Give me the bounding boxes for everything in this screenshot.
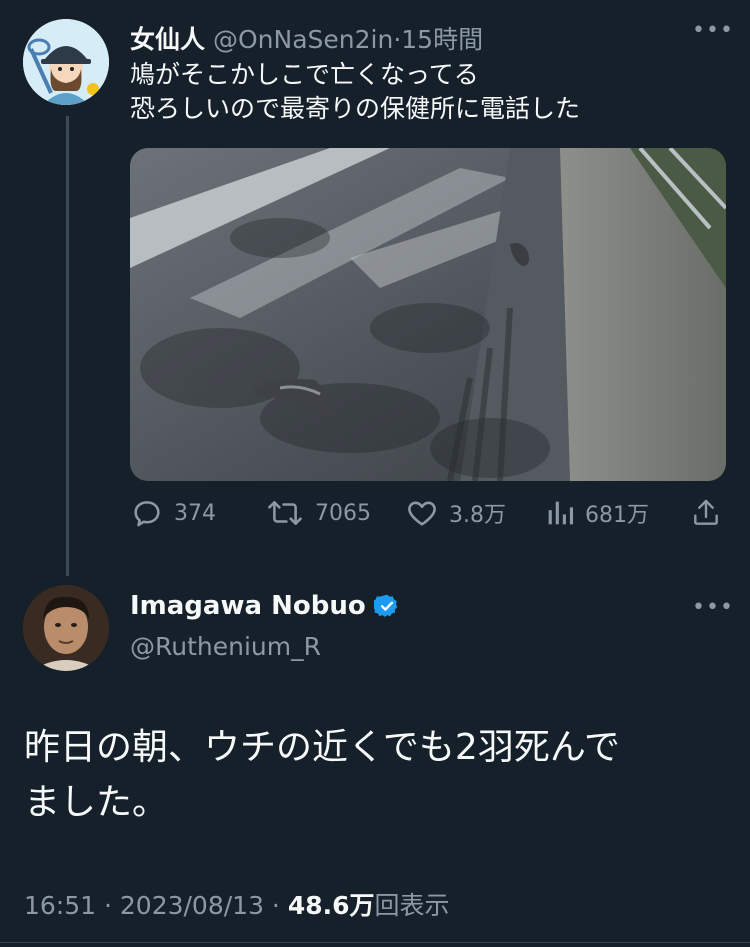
reply-button[interactable]: 374 — [130, 496, 216, 530]
more-options-button[interactable]: ••• — [692, 18, 734, 43]
view-count-label: 回表示 — [374, 891, 450, 920]
verified-badge-icon — [373, 594, 397, 617]
author-name[interactable]: Imagawa Nobuo — [130, 591, 366, 621]
share-button[interactable] — [690, 496, 722, 530]
avatar[interactable] — [23, 585, 109, 671]
share-icon — [694, 499, 718, 525]
tweet-meta-footer: 16:51 · 2023/08/13 · 48.6万回表示 — [24, 886, 450, 922]
views-count: 681万 — [585, 503, 649, 528]
retweet-icon — [268, 501, 302, 525]
like-button[interactable]: 3.8万 — [405, 496, 506, 530]
retweet-count: 7065 — [315, 500, 371, 526]
reply-count: 374 — [174, 500, 216, 526]
retweet-button[interactable]: 7065 — [265, 496, 371, 530]
tweet-timestamp[interactable]: 16:51 · 2023/08/13 · — [24, 891, 288, 920]
reply-icon — [134, 501, 160, 527]
avatar[interactable] — [23, 19, 109, 105]
view-count: 48.6万 — [287, 891, 375, 920]
views-button[interactable]: 681万 — [545, 496, 649, 530]
thread-connector-line — [66, 116, 69, 576]
tweet-text-line: 鳩がそこかしこで亡くなってる — [130, 60, 479, 89]
tweet-text: 鳩がそこかしこで亡くなってる 恐ろしいので最寄りの保健所に電話した — [130, 58, 580, 126]
author-name[interactable]: 女仙人 — [130, 25, 205, 54]
tweet-text-line: 昨日の朝、ウチの近くでも2羽死んで — [24, 727, 621, 768]
tweet-text-line: 恐ろしいので最寄りの保健所に電話した — [130, 94, 581, 123]
author-handle[interactable]: @Ruthenium_R — [130, 632, 321, 661]
tweet-text: 昨日の朝、ウチの近くでも2羽死んで ました。 — [24, 720, 724, 830]
author-handle[interactable]: @OnNaSen2in — [213, 25, 393, 54]
tweet-header: 女仙人 @OnNaSen2in·15時間 — [130, 20, 483, 56]
divider — [0, 942, 750, 943]
tweet-photo[interactable] — [130, 148, 726, 481]
tweet-action-bar: 374 7065 3.8万 681万 — [130, 496, 726, 536]
more-options-button[interactable]: ••• — [692, 595, 734, 620]
tweet-time[interactable]: 15時間 — [401, 25, 483, 54]
views-icon — [548, 501, 574, 525]
tweet-text-line: ました。 — [24, 782, 169, 823]
like-icon — [408, 501, 436, 526]
like-count: 3.8万 — [449, 503, 506, 528]
author-name-row: Imagawa Nobuo — [130, 591, 400, 621]
